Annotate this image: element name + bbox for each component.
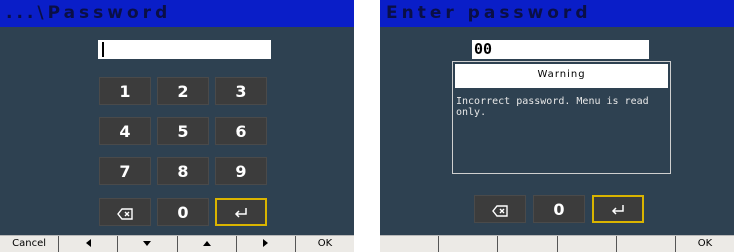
backspace-icon xyxy=(492,204,508,217)
softkey-4[interactable] xyxy=(558,236,617,252)
key-7[interactable]: 7 xyxy=(99,157,151,185)
key-3[interactable]: 3 xyxy=(215,77,267,105)
softkey-2[interactable] xyxy=(439,236,499,252)
key-0[interactable]: 0 xyxy=(157,198,209,226)
softkey-5[interactable] xyxy=(617,236,676,252)
password-screen-warning: Enter password 00 0 Warning Incorrect pa… xyxy=(380,0,734,252)
title-bar: Enter password xyxy=(380,0,734,27)
title-bar: ...\Password xyxy=(0,0,354,27)
dialog-title: Warning xyxy=(455,64,668,88)
dialog-message: Incorrect password. Menu is read only. xyxy=(456,96,649,118)
page-title: Enter password xyxy=(386,3,592,23)
left-arrow-button[interactable] xyxy=(59,236,119,252)
password-value: 00 xyxy=(474,40,493,58)
password-input[interactable] xyxy=(98,40,271,59)
key-1[interactable]: 1 xyxy=(99,77,151,105)
backspace-key[interactable] xyxy=(99,198,151,226)
enter-icon xyxy=(611,204,624,215)
arrow-down-icon xyxy=(143,240,152,246)
page-title: ...\Password xyxy=(6,3,172,23)
key-9[interactable]: 9 xyxy=(215,157,267,185)
enter-key[interactable] xyxy=(592,195,644,223)
password-screen: ...\Password 1 2 3 4 5 6 7 8 9 0 Cancel … xyxy=(0,0,354,252)
ok-button[interactable]: OK xyxy=(676,236,734,252)
down-arrow-button[interactable] xyxy=(118,236,178,252)
key-6[interactable]: 6 xyxy=(215,117,267,145)
key-2[interactable]: 2 xyxy=(157,77,209,105)
key-5[interactable]: 5 xyxy=(157,117,209,145)
arrow-right-icon xyxy=(263,239,269,247)
text-caret xyxy=(102,42,104,57)
softkey-bar: OK xyxy=(380,235,734,252)
up-arrow-button[interactable] xyxy=(178,236,237,252)
cancel-button[interactable]: Cancel xyxy=(0,236,60,252)
backspace-icon xyxy=(117,207,133,220)
password-input[interactable]: 00 xyxy=(472,40,649,59)
key-4[interactable]: 4 xyxy=(99,117,151,145)
key-8[interactable]: 8 xyxy=(157,157,209,185)
softkey-bar: Cancel OK xyxy=(0,235,354,252)
backspace-key[interactable] xyxy=(474,195,526,223)
softkey-3[interactable] xyxy=(498,236,558,252)
key-0[interactable]: 0 xyxy=(533,195,585,223)
right-arrow-button[interactable] xyxy=(237,236,296,252)
softkey-1[interactable] xyxy=(380,236,440,252)
ok-button[interactable]: OK xyxy=(296,236,354,252)
arrow-up-icon xyxy=(202,240,211,246)
enter-icon xyxy=(234,207,247,218)
arrow-left-icon xyxy=(85,239,91,247)
warning-dialog: Warning Incorrect password. Menu is read… xyxy=(452,61,671,174)
enter-key[interactable] xyxy=(215,198,267,226)
